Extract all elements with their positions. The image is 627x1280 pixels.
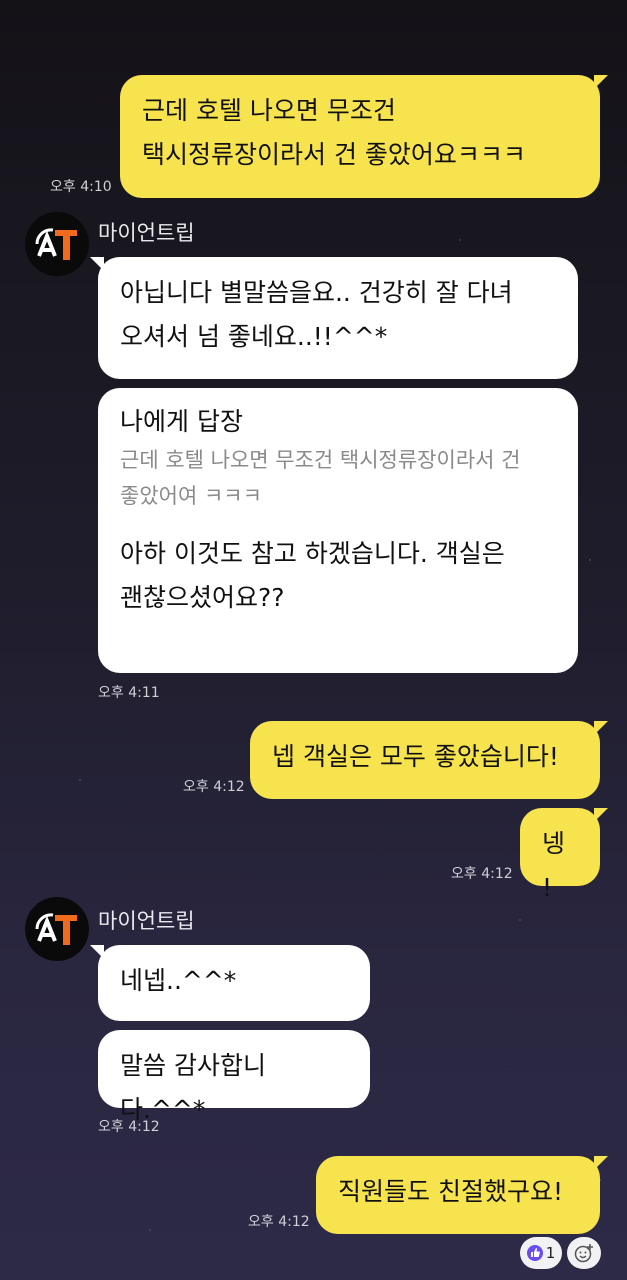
sender-avatar[interactable]	[25, 212, 89, 276]
message-time: 오후 4:11	[98, 685, 160, 701]
mytrip-logo-icon	[35, 228, 77, 260]
reaction-count: 1	[545, 1244, 556, 1262]
add-reaction-button[interactable]	[567, 1237, 601, 1269]
sender-name: 마이언트립	[98, 909, 195, 933]
my-message-bubble[interactable]: 직원들도 친절했구요!	[316, 1156, 608, 1234]
message-text: 아하 이것도 참고 하겠습니다. 객실은 괜찮으셨어요??	[120, 539, 505, 612]
add-emoji-icon	[574, 1244, 593, 1263]
message-time: 오후 4:12	[183, 779, 245, 795]
reply-title: 나에게 답장	[120, 407, 243, 436]
their-message-bubble[interactable]: 아닙니다 별말씀을요.. 건강히 잘 다녀 오셔서 넘 좋네요..!!^^*	[90, 257, 578, 379]
sender-avatar[interactable]	[25, 897, 89, 961]
mytrip-logo-icon	[35, 913, 77, 945]
my-message-bubble[interactable]: 넹 !	[520, 808, 608, 902]
sender-name: 마이언트립	[98, 221, 195, 245]
my-message-bubble[interactable]: 근데 호텔 나오면 무조건 택시정류장이라서 건 좋았어요ㅋㅋㅋ	[120, 75, 608, 198]
message-time: 오후 4:12	[98, 1119, 160, 1135]
my-message-bubble[interactable]: 넵 객실은 모두 좋았습니다!	[250, 721, 608, 799]
their-message-bubble[interactable]: 말씀 감사합니다.^^*	[98, 1030, 370, 1124]
message-time: 오후 4:10	[50, 179, 112, 195]
message-time: 오후 4:12	[248, 1214, 310, 1230]
thumbs-up-icon	[526, 1245, 543, 1261]
reply-message-bubble[interactable]: 나에게 답장 근데 호텔 나오면 무조건 택시정류장이라서 건 좋았어여 ㅋㅋㅋ…	[98, 388, 578, 673]
like-reaction[interactable]: 1	[520, 1237, 562, 1269]
their-message-bubble[interactable]: 네넵..^^*	[90, 945, 370, 1021]
reply-quote: 근데 호텔 나오면 무조건 택시정류장이라서 건 좋았어여 ㅋㅋㅋ	[120, 448, 521, 508]
message-time: 오후 4:12	[451, 866, 513, 882]
